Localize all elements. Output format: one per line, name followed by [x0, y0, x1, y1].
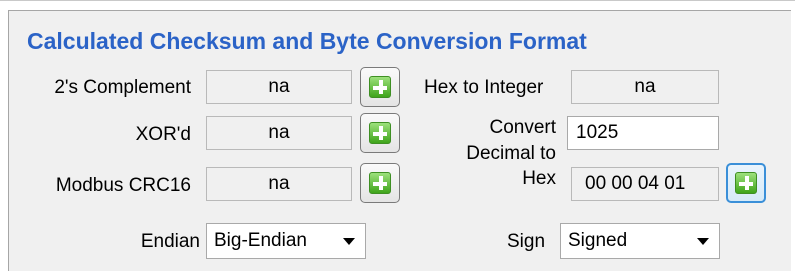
hex-to-integer-field[interactable]: na: [571, 70, 719, 104]
sign-select[interactable]: Signed: [560, 223, 720, 259]
convert-label-line2: Decimal to: [466, 143, 556, 164]
chevron-down-icon: [697, 238, 709, 245]
plus-icon: [369, 122, 391, 144]
twos-complement-label: 2's Complement: [54, 77, 191, 98]
hex-output-copy-button[interactable]: [726, 163, 766, 203]
sign-selected-value: Signed: [568, 230, 628, 251]
plus-icon: [735, 172, 757, 194]
chevron-down-icon: [343, 238, 355, 245]
modbus-crc16-copy-button[interactable]: [360, 163, 400, 203]
window-top-border: [0, 0, 795, 1]
twos-complement-field[interactable]: na: [206, 70, 352, 104]
xor-field[interactable]: na: [206, 116, 352, 150]
hex-output-field[interactable]: 00 00 04 01: [571, 167, 719, 201]
convert-label-line3: Hex: [522, 168, 556, 189]
plus-icon: [369, 172, 391, 194]
decimal-input[interactable]: 1025: [567, 116, 719, 150]
xor-copy-button[interactable]: [360, 113, 400, 153]
modbus-crc16-field[interactable]: na: [206, 167, 352, 201]
twos-complement-copy-button[interactable]: [360, 67, 400, 107]
endian-selected-value: Big-Endian: [214, 230, 307, 251]
plus-icon: [369, 76, 391, 98]
panel-title: Calculated Checksum and Byte Conversion …: [27, 28, 587, 54]
xor-label: XOR'd: [135, 124, 191, 145]
endian-select[interactable]: Big-Endian: [206, 223, 366, 259]
modbus-crc16-label: Modbus CRC16: [55, 175, 191, 196]
sign-label: Sign: [507, 231, 546, 252]
endian-label: Endian: [140, 231, 200, 252]
convert-label-line1: Convert: [489, 117, 556, 138]
hex-to-integer-label: Hex to Integer: [424, 77, 544, 98]
